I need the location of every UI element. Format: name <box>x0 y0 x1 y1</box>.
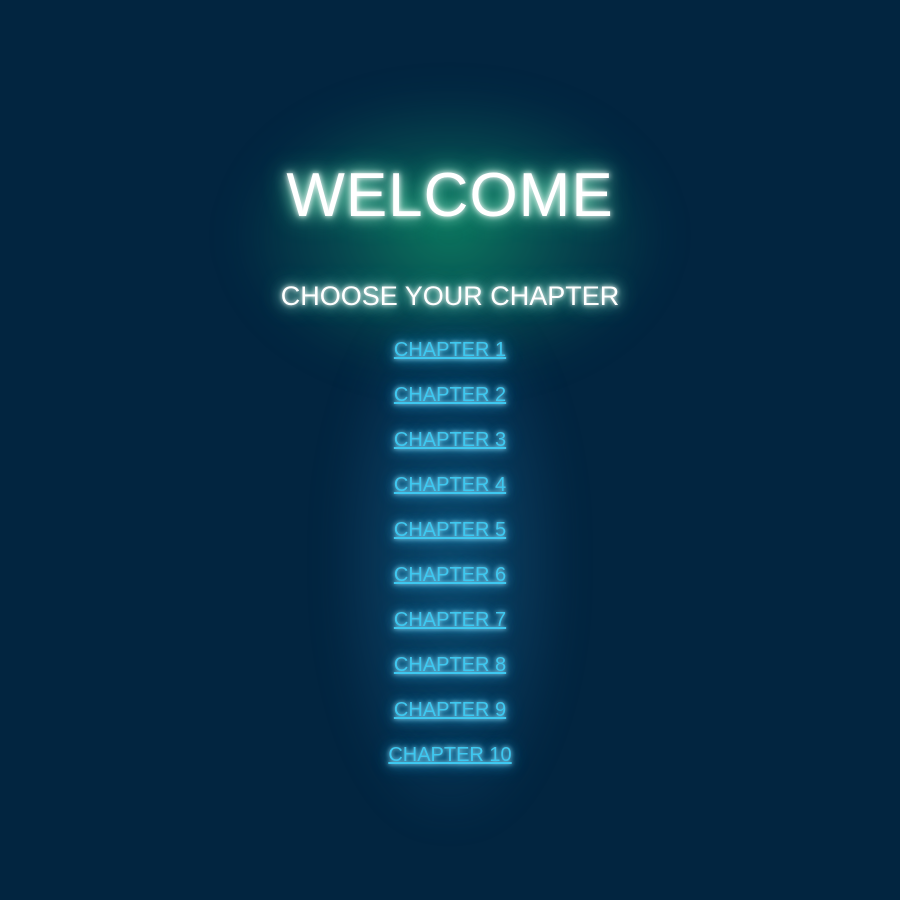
list-item: CHAPTER 2 <box>0 382 900 427</box>
list-item: CHAPTER 7 <box>0 607 900 652</box>
page-subtitle: CHOOSE YOUR CHAPTER <box>280 281 620 311</box>
chapter-link-4[interactable]: CHAPTER 4 <box>394 474 506 496</box>
list-item: CHAPTER 6 <box>0 562 900 607</box>
chapter-link-5[interactable]: CHAPTER 5 <box>394 519 506 541</box>
chapter-link-7[interactable]: CHAPTER 7 <box>394 609 506 631</box>
list-item: CHAPTER 1 <box>0 337 900 382</box>
chapter-list: CHAPTER 1 CHAPTER 2 CHAPTER 3 CHAPTER 4 … <box>0 337 900 787</box>
chapter-link-6[interactable]: CHAPTER 6 <box>394 564 506 586</box>
list-item: CHAPTER 10 <box>0 742 900 787</box>
chapter-link-8[interactable]: CHAPTER 8 <box>394 654 506 676</box>
chapter-link-3[interactable]: CHAPTER 3 <box>394 429 506 451</box>
page-title: WELCOME <box>286 161 614 230</box>
list-item: CHAPTER 5 <box>0 517 900 562</box>
list-item: CHAPTER 9 <box>0 697 900 742</box>
chapter-link-10[interactable]: CHAPTER 10 <box>388 744 511 766</box>
list-item: CHAPTER 8 <box>0 652 900 697</box>
chapter-link-2[interactable]: CHAPTER 2 <box>394 384 506 406</box>
welcome-screen: WELCOME CHOOSE YOUR CHAPTER CHAPTER 1 CH… <box>0 0 900 900</box>
list-item: CHAPTER 4 <box>0 472 900 517</box>
chapter-link-9[interactable]: CHAPTER 9 <box>394 699 506 721</box>
list-item: CHAPTER 3 <box>0 427 900 472</box>
chapter-link-1[interactable]: CHAPTER 1 <box>394 339 506 361</box>
